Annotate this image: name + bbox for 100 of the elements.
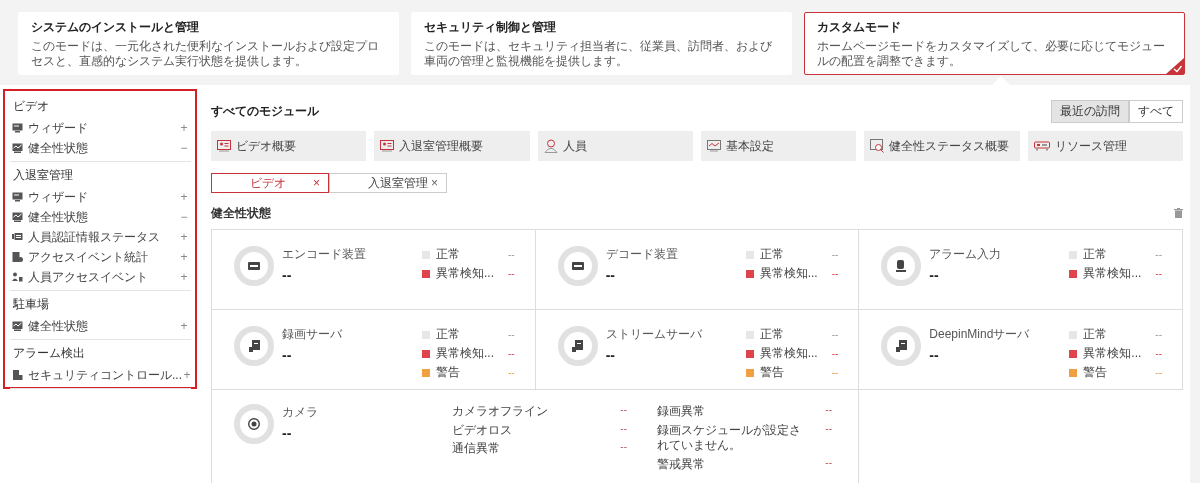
sidebar-item[interactable]: セキュリティコントロール...+ [10, 365, 191, 385]
module-tile[interactable]: 人員 [537, 131, 693, 161]
legend-value: -- [831, 367, 839, 378]
module-label: ビデオ概要 [236, 137, 296, 155]
legend-label: 異常検知... [436, 345, 495, 362]
legend-label: 正常 [759, 326, 785, 343]
legend-label: 警告 [436, 364, 461, 381]
mode-description: このモードは、一元化された便利なインストールおよび設定プロセスと、直感的なシステム実行状態を提供します。 [31, 39, 380, 69]
filter-tab[interactable]: 入退室管理 × [329, 173, 447, 193]
card-value: -- [929, 347, 940, 363]
view-toggle-button[interactable]: 最近の訪問 [1051, 99, 1129, 123]
legend-value: -- [831, 249, 839, 260]
module-tile[interactable]: 基本設定 [701, 131, 857, 161]
module-tile[interactable]: 入退室管理概要 [374, 131, 530, 161]
group-title: アラーム検出 [12, 345, 86, 362]
mode-title: カスタムモード [817, 19, 902, 36]
toggle-sign[interactable]: + [179, 121, 189, 135]
module-label: 人員 [562, 137, 587, 155]
legend-label: 正常 [436, 326, 461, 343]
legend-label: 正常 [1083, 246, 1109, 263]
card-value: -- [929, 267, 940, 283]
module-label: 入退室管理概要 [399, 137, 484, 155]
status-value: -- [620, 422, 627, 436]
toggle-sign[interactable]: + [179, 319, 189, 333]
legend-label: 異常検知... [759, 265, 819, 282]
legend-value: -- [1155, 348, 1162, 359]
card-title: カメラ [282, 404, 319, 421]
group-title: 駐車場 [12, 296, 50, 313]
status-label: 録画スケジュールが設定されていません。 [657, 422, 802, 454]
toggle-sign[interactable]: − [179, 210, 189, 224]
section-heading: すべてのモジュール [211, 102, 319, 120]
legend-value: -- [1155, 249, 1162, 260]
card-title: アラーム入力 [929, 246, 1003, 263]
legend-label: 異常検知... [759, 345, 819, 362]
legend-label: 正常 [1083, 326, 1109, 343]
sidebar-item[interactable]: 人員アクセスイベント + [10, 267, 191, 287]
legend-label: 警告 [759, 364, 785, 381]
sidebar-item[interactable]: 人員認証情報ステータス + [10, 227, 191, 247]
close-button[interactable]: × [431, 176, 438, 190]
mode-title: セキュリティ制御と管理 [424, 19, 557, 36]
module-tile[interactable]: ビデオ概要 [211, 131, 367, 161]
sidebar-item[interactable]: 健全性状態 + [10, 316, 191, 336]
filter-label: ビデオ [250, 174, 286, 192]
module-label: 健全性ステータス概要 [889, 137, 1010, 155]
status-label: 通信異常 [452, 441, 501, 457]
legend-label: 正常 [436, 246, 461, 263]
status-label: カメラオフライン [452, 404, 549, 420]
module-tile[interactable]: リソース管理 [1027, 131, 1183, 161]
group-title: ビデオ [12, 98, 50, 115]
legend-value: -- [508, 268, 515, 279]
status-value: -- [825, 404, 832, 417]
status-label: 録画異常 [657, 404, 706, 420]
view-toggle-button[interactable]: すべて [1129, 99, 1183, 123]
legend-value: -- [508, 249, 515, 260]
card-title: DeepinMindサーバ [929, 326, 1031, 343]
toggle-sign[interactable]: + [179, 270, 189, 284]
mode-card[interactable]: カスタムモード ホームページモードをカスタマイズして、必要に応じてモジュールの配置を調整できます。 [804, 12, 1185, 75]
close-button[interactable]: × [313, 176, 320, 190]
status-label: ビデオロス [452, 422, 513, 439]
card-title: デコード装置 [605, 246, 679, 263]
legend-value: -- [831, 268, 839, 279]
group-title: 入退室管理 [12, 167, 74, 184]
toggle-sign[interactable]: − [179, 141, 189, 155]
legend-value: -- [508, 348, 515, 359]
status-value: -- [825, 456, 832, 470]
filter-label: 入退室管理 [368, 174, 428, 192]
card-title: 録画サーバ [282, 326, 343, 343]
legend-value: -- [1155, 367, 1162, 378]
module-label: リソース管理 [1054, 137, 1127, 155]
card-value: -- [282, 347, 293, 363]
card-value: -- [282, 267, 293, 283]
mode-description: このモードは、セキュリティ担当者に、従業員、訪問者、および車両の管理と監視機能を提供します。 [424, 39, 773, 69]
card-value: -- [605, 347, 616, 363]
legend-label: 異常検知... [1083, 265, 1143, 282]
status-value: -- [620, 441, 627, 455]
card-value: -- [282, 425, 293, 441]
legend-label: 異常検知... [1083, 345, 1143, 362]
sidebar-item[interactable]: ウィザード + [10, 187, 191, 207]
sidebar-item[interactable]: 健全性状態 − [10, 138, 191, 158]
legend-value: -- [831, 329, 839, 340]
toggle-sign[interactable]: + [179, 230, 189, 244]
section-title: 健全性状態 [211, 204, 271, 222]
module-label: 基本設定 [726, 137, 774, 155]
toggle-sign[interactable]: + [179, 190, 189, 204]
status-value: -- [825, 422, 832, 436]
module-tile[interactable]: 健全性ステータス概要 [864, 131, 1020, 161]
legend-value: -- [508, 329, 515, 340]
sidebar-item[interactable]: ウィザード + [10, 118, 191, 138]
sidebar-item[interactable]: アクセスイベント統計 + [10, 247, 191, 267]
filter-tab[interactable]: ビデオ × [211, 173, 329, 193]
legend-value: -- [1155, 268, 1162, 279]
toggle-sign[interactable]: + [182, 368, 192, 382]
mode-card[interactable]: システムのインストールと管理 このモードは、一元化された便利なインストールおよび設定プロセスと、直感的なシステム実行状態を提供します。 [18, 12, 399, 75]
toggle-sign[interactable]: + [179, 250, 189, 264]
mode-description: ホームページモードをカスタマイズして、必要に応じてモジュールの配置を調整できます。 [817, 39, 1166, 69]
sidebar-item[interactable]: 健全性状態 − [10, 207, 191, 227]
legend-label: 異常検知... [436, 265, 495, 282]
card-title: ストリームサーバ [605, 326, 703, 343]
status-label: 警戒異常 [657, 456, 706, 473]
mode-card[interactable]: セキュリティ制御と管理 このモードは、セキュリティ担当者に、従業員、訪問者、および車両の管理と監視機能を提供します。 [411, 12, 792, 75]
